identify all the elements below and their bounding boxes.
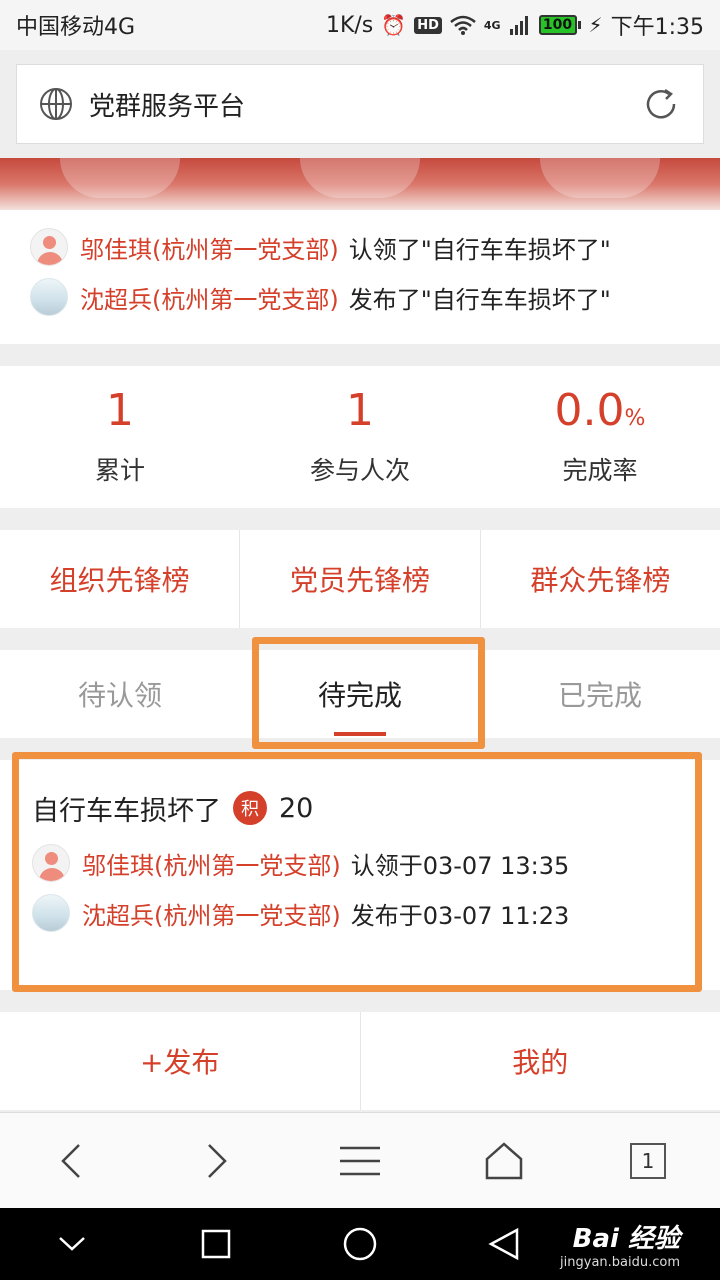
signal-icon	[509, 16, 528, 35]
charging-icon: ⚡	[588, 13, 603, 37]
back-icon[interactable]	[42, 1131, 102, 1191]
banner-image	[0, 158, 720, 210]
forward-icon[interactable]	[186, 1131, 246, 1191]
leaderboard-bar: 组织先锋榜 党员先锋榜 群众先锋榜	[0, 530, 720, 628]
hd-icon: HD	[414, 16, 442, 34]
mine-button[interactable]: 我的	[361, 1012, 720, 1110]
feed-item: 邬佳琪(杭州第一党支部) 认领了"自行车车损坏了"	[30, 222, 690, 272]
stat-participants: 1 参与人次	[240, 366, 480, 508]
status-bar: 中国移动4G 1K/s ⏰ HD 4G 100 ⚡ 下午1:35	[0, 0, 720, 50]
status-icons: 1K/s ⏰ HD 4G 100 ⚡ 下午1:35	[326, 9, 704, 41]
globe-icon	[40, 88, 72, 120]
home-circle-icon[interactable]	[330, 1214, 390, 1274]
page-title: 党群服务平台	[89, 91, 246, 122]
feed-action-text: 发布了"自行车车损坏了"	[348, 285, 611, 314]
network-speed: 1K/s	[325, 12, 374, 38]
feed-user-name[interactable]: 沈超兵(杭州第一党支部)	[80, 280, 339, 315]
collapse-icon[interactable]	[42, 1214, 102, 1274]
tab-completed[interactable]: 已完成	[480, 650, 720, 738]
reload-icon[interactable]	[641, 84, 681, 124]
org-leaderboard-button[interactable]: 组织先锋榜	[0, 530, 241, 628]
wifi-icon	[450, 15, 476, 35]
battery-level: 100	[538, 15, 577, 35]
member-leaderboard-button[interactable]: 党员先锋榜	[240, 530, 481, 628]
feed-user-name[interactable]: 邬佳琪(杭州第一党支部)	[80, 230, 339, 265]
recents-icon[interactable]	[186, 1214, 246, 1274]
baidu-watermark: Bai 经验	[572, 1224, 680, 1254]
avatar	[30, 278, 68, 316]
feed-item: 沈超兵(杭州第一党支部) 发布了"自行车车损坏了"	[30, 272, 690, 322]
activity-feed: 邬佳琪(杭州第一党支部) 认领了"自行车车损坏了" 沈超兵(杭州第一党支部) 发…	[0, 210, 720, 344]
system-back-icon[interactable]	[474, 1214, 534, 1274]
address-bar[interactable]: 党群服务平台	[16, 64, 704, 144]
stats-panel: 1 累计 1 参与人次 0.0% 完成率	[0, 366, 720, 508]
avatar	[30, 228, 68, 266]
browser-nav-bar: 1	[0, 1112, 720, 1208]
home-icon[interactable]	[474, 1131, 534, 1191]
tab-count: 1	[630, 1142, 666, 1179]
stat-value: 0.0%	[554, 385, 646, 436]
stat-value: 1	[346, 385, 374, 436]
public-leaderboard-button[interactable]: 群众先锋榜	[481, 530, 720, 628]
stat-value: 1	[106, 385, 134, 436]
menu-icon[interactable]	[330, 1131, 390, 1191]
baidu-watermark-url: jingyan.baidu.com	[560, 1255, 680, 1270]
bottom-action-bar: +发布 我的	[0, 1012, 720, 1110]
tab-to-claim[interactable]: 待认领	[0, 650, 240, 738]
tab-switcher-button[interactable]: 1	[618, 1131, 678, 1191]
network-type: 4G	[483, 18, 501, 32]
stat-label: 参与人次	[309, 456, 410, 485]
stat-total: 1 累计	[0, 366, 240, 508]
feed-action-text: 认领了"自行车车损坏了"	[348, 235, 611, 264]
stat-label: 累计	[94, 456, 145, 485]
stat-completion-rate: 0.0% 完成率	[480, 366, 720, 508]
clock: 下午1:35	[610, 15, 704, 40]
alarm-icon: ⏰	[381, 13, 407, 37]
tab-highlight-box	[252, 637, 485, 749]
stat-label: 完成率	[562, 456, 638, 485]
task-highlight-box	[12, 752, 702, 992]
publish-button[interactable]: +发布	[0, 1012, 361, 1110]
battery-icon: 100	[538, 15, 581, 35]
carrier-label: 中国移动4G	[16, 15, 136, 40]
